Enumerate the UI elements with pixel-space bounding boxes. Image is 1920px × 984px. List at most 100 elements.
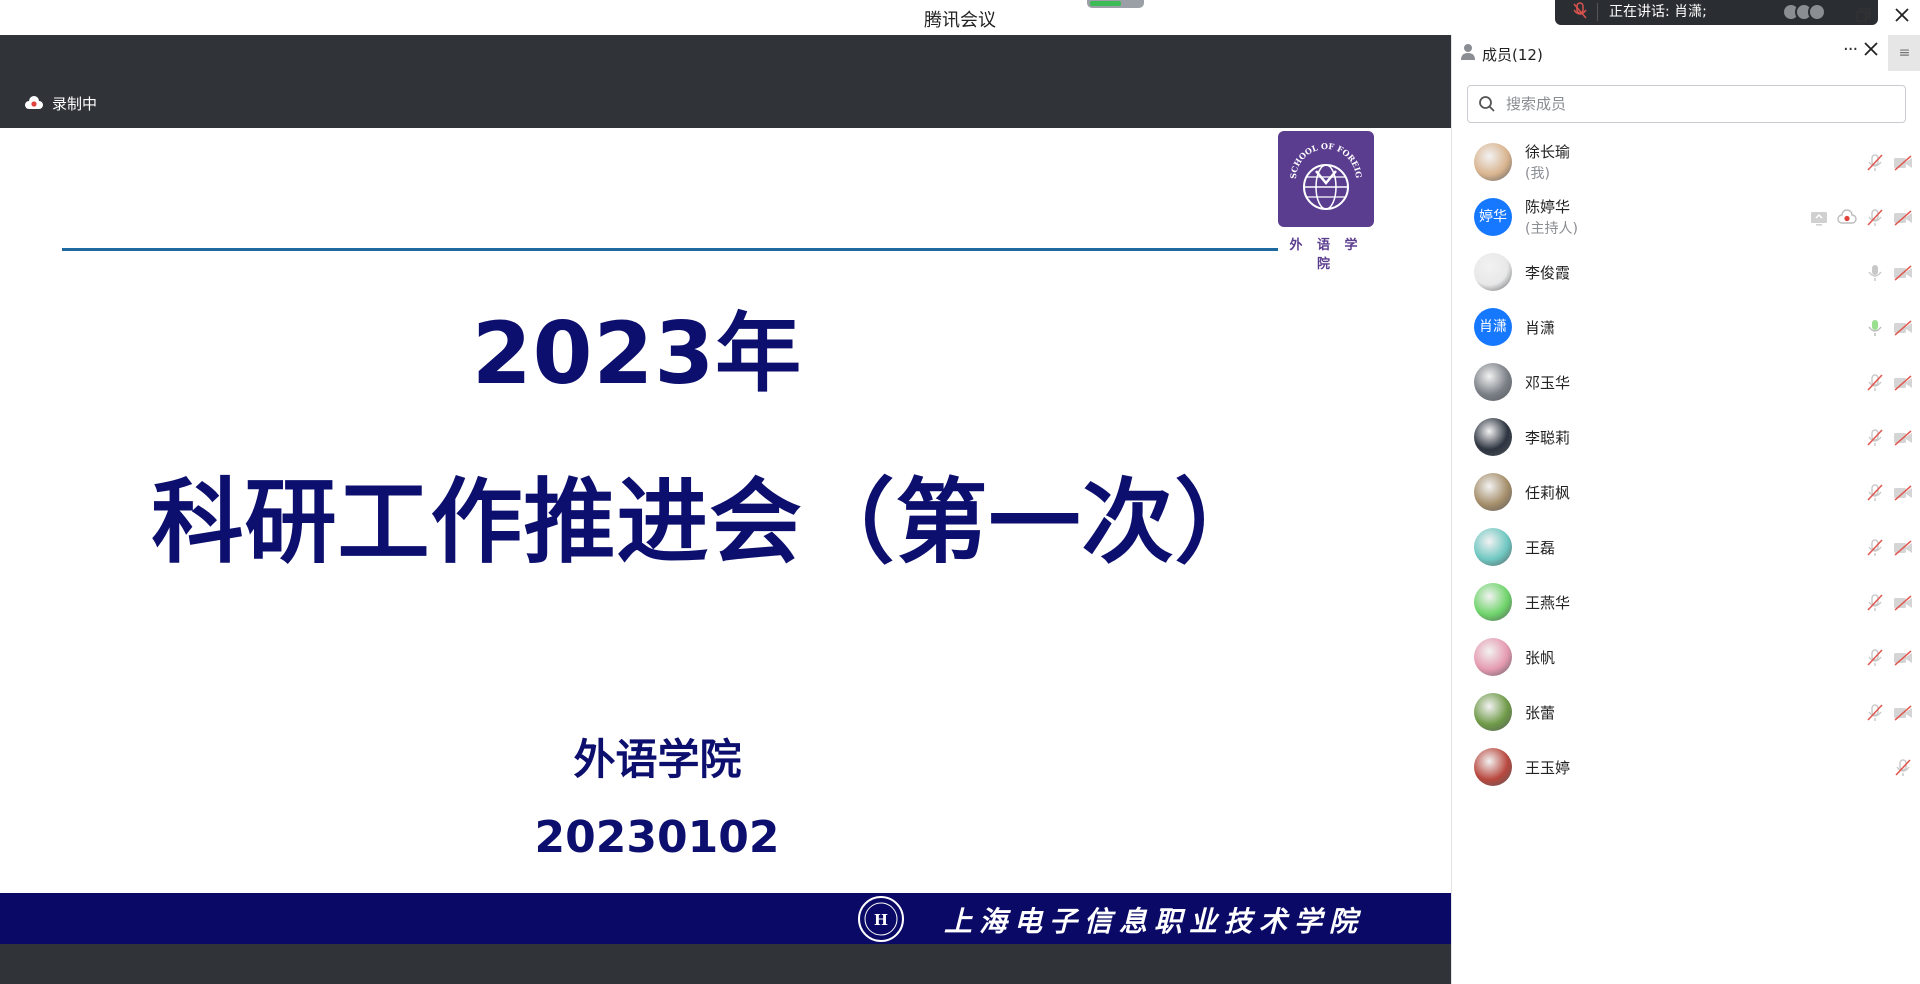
member-name: 邓玉华 [1525, 374, 1571, 392]
member-avatar[interactable] [1474, 253, 1512, 291]
slide-year: 2023年 [471, 304, 803, 404]
mic-muted-icon [1572, 2, 1588, 24]
member-row[interactable]: 邓玉华 [1452, 355, 1920, 410]
slide-footer: H 上海电子信息职业技术学院 [0, 893, 1451, 944]
member-status-icons [1857, 153, 1913, 173]
slide-title: 科研工作推进会（第一次） [151, 469, 1268, 576]
camera-off-icon[interactable] [1893, 208, 1913, 228]
camera-off-icon[interactable] [1893, 263, 1913, 283]
member-avatar[interactable] [1474, 693, 1512, 731]
members-panel-header: 成员(12) ··· ≡ [1452, 35, 1920, 71]
member-avatar[interactable] [1474, 363, 1512, 401]
member-name: 陈婷华 [1525, 198, 1571, 216]
member-avatar[interactable] [1474, 528, 1512, 566]
member-row[interactable]: 张帆 [1452, 630, 1920, 685]
svg-text:SCHOOL OF FOREIGN LANGUAGES: SCHOOL OF FOREIGN LANGUAGES [1278, 131, 1364, 179]
camera-off-icon[interactable] [1893, 648, 1913, 668]
member-avatar[interactable] [1474, 638, 1512, 676]
network-quality-fill [1090, 1, 1121, 6]
school-seal-icon: H [846, 895, 916, 943]
mic-muted-icon[interactable] [1865, 483, 1885, 503]
member-row[interactable]: 王玉婷 [1452, 740, 1920, 795]
member-status-icons [1857, 373, 1913, 393]
member-name: 王磊 [1525, 539, 1556, 557]
school-logo-label: 外 语 学 院 [1289, 238, 1363, 272]
mic-muted-icon[interactable] [1865, 593, 1885, 613]
member-status-icons [1885, 758, 1913, 778]
speaker-avatars [1782, 3, 1826, 25]
members-panel-title: 成员(12) [1482, 46, 1543, 64]
member-search-box[interactable] [1467, 85, 1906, 123]
mic-muted-icon[interactable] [1865, 538, 1885, 558]
restore-window-icon[interactable] [1853, 7, 1873, 27]
member-row[interactable]: 肖潇 肖潇 [1452, 300, 1920, 355]
member-row[interactable]: 李聪莉 [1452, 410, 1920, 465]
members-panel: 成员(12) ··· ≡ 徐长瑜 (我) 婷华陈婷华 (主持人) 李俊霞肖潇肖潇邓玉华李… [1451, 35, 1920, 984]
network-quality-indicator[interactable] [1087, 0, 1144, 8]
school-logo: SCHOOL OF FOREIGN LANGUAGES [1274, 128, 1374, 227]
member-row[interactable]: 李俊霞 [1452, 245, 1920, 300]
close-panel-icon[interactable] [1864, 40, 1878, 61]
member-avatar[interactable] [1474, 418, 1512, 456]
slide-department: 外语学院 [573, 735, 742, 784]
member-row[interactable]: 王燕华 [1452, 575, 1920, 630]
mic-icon[interactable] [1865, 263, 1885, 283]
slide-date: 20230102 [534, 812, 780, 863]
member-name: 李聪莉 [1525, 429, 1571, 447]
member-status-icons [1857, 263, 1913, 283]
mic-active-icon[interactable] [1865, 318, 1885, 338]
member-status-icons [1857, 428, 1913, 448]
slide-divider-line [62, 248, 1278, 251]
mic-muted-icon[interactable] [1865, 153, 1885, 173]
member-status-icons [1857, 648, 1913, 668]
member-status-icons [1857, 318, 1913, 338]
member-name: 张蕾 [1525, 704, 1556, 722]
speaking-text: 正在讲话: 肖潇; [1609, 4, 1707, 20]
member-search-input[interactable] [1506, 93, 1886, 115]
member-row[interactable]: 婷华 陈婷华 (主持人) [1452, 190, 1920, 245]
person-icon [1460, 43, 1476, 65]
mic-muted-icon[interactable] [1865, 428, 1885, 448]
member-list: 徐长瑜 (我) 婷华 陈婷华 (主持人) 李俊霞肖潇 肖潇邓玉华李聪莉任莉枫王磊王燕华张帆张… [1452, 135, 1920, 795]
camera-off-icon[interactable] [1893, 153, 1913, 173]
mic-muted-icon[interactable] [1865, 703, 1885, 723]
camera-off-icon[interactable] [1893, 593, 1913, 613]
mic-muted-icon[interactable] [1865, 373, 1885, 393]
member-row[interactable]: 王磊 [1452, 520, 1920, 575]
title-bar: 腾讯会议 正在讲话: 肖潇; [0, 0, 1920, 35]
member-avatar[interactable] [1474, 583, 1512, 621]
mic-muted-icon[interactable] [1865, 648, 1885, 668]
member-avatar[interactable] [1474, 473, 1512, 511]
mic-muted-icon[interactable] [1893, 758, 1913, 778]
camera-off-icon[interactable] [1893, 428, 1913, 448]
screen-share-icon[interactable] [1809, 208, 1829, 228]
banner-divider [1597, 3, 1598, 21]
member-role: (主持人) [1525, 221, 1578, 237]
close-window-icon[interactable] [1892, 7, 1912, 27]
member-name: 王燕华 [1525, 594, 1571, 612]
search-icon [1478, 95, 1496, 117]
member-name: 李俊霞 [1525, 264, 1571, 282]
school-logo-text: SCHOOL OF FOREIGN LANGUAGES [1274, 128, 1364, 179]
camera-off-icon[interactable] [1893, 483, 1913, 503]
camera-off-icon[interactable] [1893, 373, 1913, 393]
more-options-icon[interactable]: ··· [1843, 39, 1858, 60]
speaking-banner[interactable]: 正在讲话: 肖潇; [1555, 0, 1878, 25]
member-avatar[interactable] [1474, 748, 1512, 786]
camera-off-icon[interactable] [1893, 538, 1913, 558]
cloud-record-icon[interactable] [1837, 208, 1857, 228]
camera-off-icon[interactable] [1893, 318, 1913, 338]
member-row[interactable]: 张蕾 [1452, 685, 1920, 740]
member-name: 王玉婷 [1525, 759, 1571, 777]
shared-screen-area: 录制中 SCHOOL OF FOREIGN LANGUAGES 外 语 学 院 … [0, 35, 1451, 984]
member-status-icons [1857, 483, 1913, 503]
recording-badge[interactable]: 录制中 [24, 93, 97, 114]
member-avatar[interactable]: 婷华 [1474, 198, 1512, 236]
mic-muted-icon[interactable] [1865, 208, 1885, 228]
member-avatar[interactable] [1474, 143, 1512, 181]
member-row[interactable]: 任莉枫 [1452, 465, 1920, 520]
panel-toggle-icon[interactable]: ≡ [1888, 35, 1920, 71]
camera-off-icon[interactable] [1893, 703, 1913, 723]
member-avatar[interactable]: 肖潇 [1474, 308, 1512, 346]
member-row[interactable]: 徐长瑜 (我) [1452, 135, 1920, 190]
